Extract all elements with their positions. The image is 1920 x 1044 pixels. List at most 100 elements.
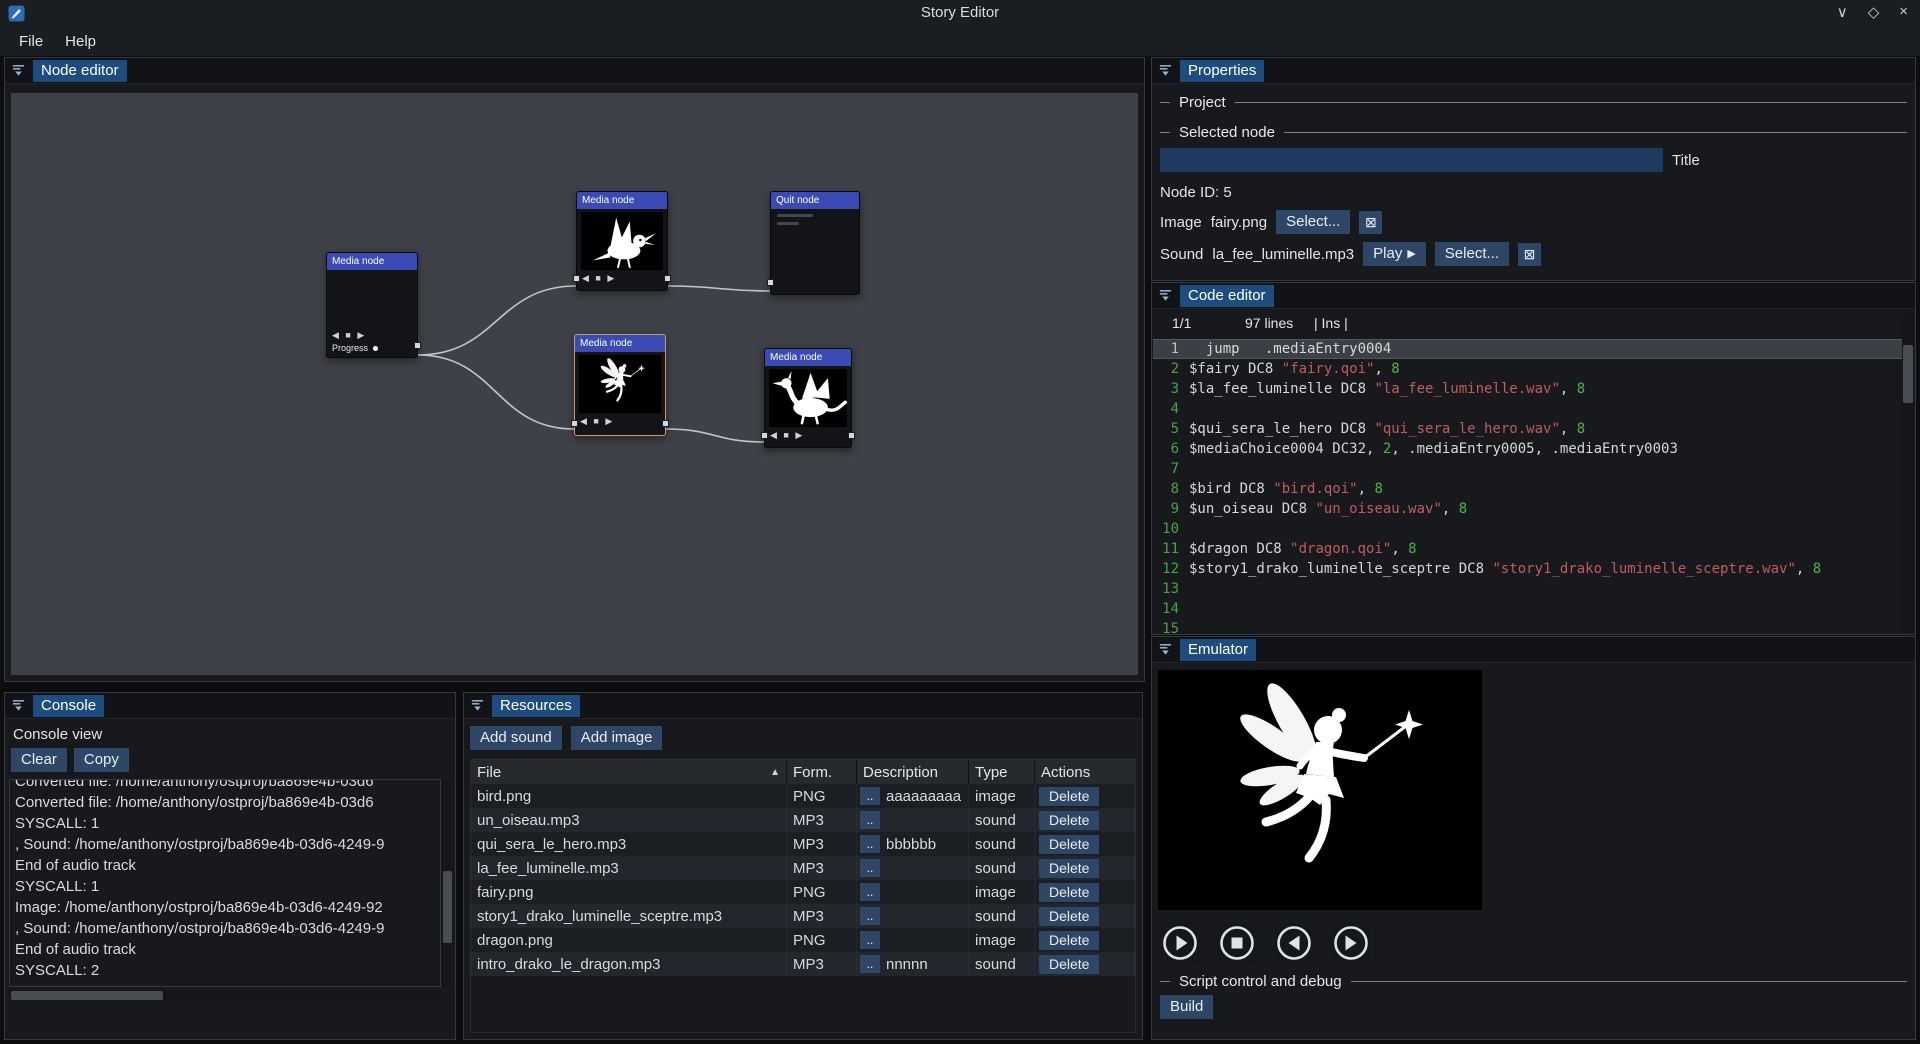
node-output-pin[interactable] bbox=[664, 275, 671, 282]
code-line[interactable]: 2$fairy DC8 "fairy.qoi", 8 bbox=[1153, 359, 1902, 379]
node-input-pin[interactable] bbox=[767, 279, 774, 286]
code-line[interactable]: 1 jump .mediaEntry0004 bbox=[1153, 339, 1902, 359]
code-line[interactable]: 5$qui_sera_le_hero DC8 "qui_sera_le_hero… bbox=[1153, 419, 1902, 439]
column-header-file[interactable]: File ▲ bbox=[471, 760, 787, 784]
title-input[interactable] bbox=[1160, 148, 1663, 172]
node-title[interactable]: Media node bbox=[327, 253, 417, 270]
image-clear-button[interactable]: ⊠ bbox=[1359, 211, 1382, 234]
window-maximize-button[interactable]: ◇ bbox=[1868, 3, 1880, 21]
node-editor-tab[interactable]: Node editor bbox=[33, 60, 127, 82]
sound-select-button[interactable]: Select... bbox=[1435, 242, 1509, 266]
panel-collapse-icon[interactable] bbox=[470, 698, 485, 713]
sound-clear-button[interactable]: ⊠ bbox=[1518, 243, 1541, 266]
console-vscrollbar-thumb[interactable] bbox=[443, 871, 452, 943]
node-title[interactable]: Quit node bbox=[771, 192, 859, 209]
code-line[interactable]: 7 bbox=[1153, 459, 1902, 479]
prev-button[interactable] bbox=[1274, 923, 1314, 963]
node-output-pin[interactable] bbox=[662, 420, 669, 427]
code-line[interactable]: 4 bbox=[1153, 399, 1902, 419]
code-line[interactable]: 15 bbox=[1153, 619, 1902, 633]
code-line[interactable]: 13 bbox=[1153, 579, 1902, 599]
code-line[interactable]: 8$bird DC8 "bird.qoi", 8 bbox=[1153, 479, 1902, 499]
code-line[interactable]: 9$un_oiseau DC8 "un_oiseau.wav", 8 bbox=[1153, 499, 1902, 519]
play-button[interactable] bbox=[1160, 923, 1200, 963]
stop-button[interactable] bbox=[1217, 923, 1257, 963]
code-editor-tab[interactable]: Code editor bbox=[1180, 285, 1274, 307]
delete-button[interactable]: Delete bbox=[1039, 907, 1099, 926]
resources-tab[interactable]: Resources bbox=[492, 695, 580, 717]
console-copy-button[interactable]: Copy bbox=[74, 748, 129, 772]
delete-button[interactable]: Delete bbox=[1039, 931, 1099, 950]
node-edge[interactable] bbox=[418, 286, 576, 355]
node-transport-controls[interactable]: ◀ ■ ▶ bbox=[575, 413, 665, 427]
node-title[interactable]: Media node bbox=[575, 335, 665, 352]
graph-node-quit[interactable]: Quit node bbox=[770, 191, 860, 295]
add-image-button[interactable]: Add image bbox=[571, 726, 663, 750]
graph-node-bird[interactable]: Media node ◀ ■ ▶ bbox=[576, 191, 668, 291]
edit-description-button[interactable]: .. bbox=[860, 787, 880, 805]
delete-button[interactable]: Delete bbox=[1039, 811, 1099, 830]
console-vscrollbar[interactable] bbox=[442, 779, 453, 987]
add-sound-button[interactable]: Add sound bbox=[470, 726, 562, 750]
node-output-pin[interactable] bbox=[848, 432, 855, 439]
panel-collapse-icon[interactable] bbox=[1158, 642, 1173, 657]
window-shade-button[interactable]: ∨ bbox=[1837, 3, 1848, 21]
build-button[interactable]: Build bbox=[1160, 995, 1213, 1019]
console-hscrollbar[interactable] bbox=[9, 990, 441, 1001]
edit-description-button[interactable]: .. bbox=[860, 859, 880, 877]
next-button[interactable] bbox=[1331, 923, 1371, 963]
node-output-pin[interactable] bbox=[414, 342, 421, 349]
delete-button[interactable]: Delete bbox=[1039, 835, 1099, 854]
column-header-actions[interactable]: Actions bbox=[1035, 760, 1135, 784]
node-transport-controls[interactable]: ◀ ■ ▶ bbox=[577, 270, 667, 284]
console-tab[interactable]: Console bbox=[33, 695, 104, 717]
column-header-type[interactable]: Type bbox=[969, 760, 1035, 784]
column-header-form[interactable]: Form. bbox=[787, 760, 857, 784]
edit-description-button[interactable]: .. bbox=[860, 955, 880, 973]
node-edge[interactable] bbox=[668, 286, 770, 291]
console-clear-button[interactable]: Clear bbox=[11, 748, 67, 772]
code-lines[interactable]: 1 jump .mediaEntry00042$fairy DC8 "fairy… bbox=[1153, 339, 1902, 633]
node-input-pin[interactable] bbox=[761, 432, 768, 439]
graph-node-fairy[interactable]: Media node ◀ ■ ▶ bbox=[574, 334, 666, 436]
delete-button[interactable]: Delete bbox=[1039, 955, 1099, 974]
column-header-description[interactable]: Description bbox=[857, 760, 969, 784]
code-scrollbar-thumb[interactable] bbox=[1903, 345, 1913, 403]
code-line[interactable]: 11$dragon DC8 "dragon.qoi", 8 bbox=[1153, 539, 1902, 559]
code-line[interactable]: 12$story1_drako_luminelle_sceptre DC8 "s… bbox=[1153, 559, 1902, 579]
code-line[interactable]: 6$mediaChoice0004 DC32, 2, .mediaEntry00… bbox=[1153, 439, 1902, 459]
menu-file[interactable]: File bbox=[8, 29, 54, 54]
panel-collapse-icon[interactable] bbox=[11, 698, 26, 713]
code-line[interactable]: 10 bbox=[1153, 519, 1902, 539]
graph-node-start[interactable]: Media node◀ ■ ▶Progress bbox=[326, 252, 418, 358]
panel-collapse-icon[interactable] bbox=[1158, 63, 1173, 78]
node-transport-controls[interactable]: ◀ ■ ▶ bbox=[327, 327, 417, 341]
sound-play-button[interactable]: Play▶ bbox=[1363, 242, 1426, 266]
edit-description-button[interactable]: .. bbox=[860, 811, 880, 829]
window-close-button[interactable]: × bbox=[1899, 3, 1908, 21]
node-canvas[interactable]: Media node◀ ■ ▶ProgressMedia node ◀ ■ ▶Q… bbox=[11, 93, 1138, 675]
image-select-button[interactable]: Select... bbox=[1276, 210, 1350, 234]
panel-collapse-icon[interactable] bbox=[11, 63, 26, 78]
node-edge[interactable] bbox=[666, 429, 764, 442]
edit-description-button[interactable]: .. bbox=[860, 931, 880, 949]
node-title[interactable]: Media node bbox=[577, 192, 667, 209]
menu-help[interactable]: Help bbox=[54, 29, 107, 54]
delete-button[interactable]: Delete bbox=[1039, 787, 1099, 806]
console-hscrollbar-thumb[interactable] bbox=[11, 991, 163, 1000]
properties-tab[interactable]: Properties bbox=[1180, 60, 1264, 82]
delete-button[interactable]: Delete bbox=[1039, 883, 1099, 902]
edit-description-button[interactable]: .. bbox=[860, 835, 880, 853]
edit-description-button[interactable]: .. bbox=[860, 907, 880, 925]
node-title[interactable]: Media node bbox=[765, 349, 851, 366]
code-line[interactable]: 14 bbox=[1153, 599, 1902, 619]
delete-button[interactable]: Delete bbox=[1039, 859, 1099, 878]
edit-description-button[interactable]: .. bbox=[860, 883, 880, 901]
panel-collapse-icon[interactable] bbox=[1158, 288, 1173, 303]
code-line[interactable]: 3$la_fee_luminelle DC8 "la_fee_luminelle… bbox=[1153, 379, 1902, 399]
node-edge[interactable] bbox=[418, 355, 574, 429]
emulator-tab[interactable]: Emulator bbox=[1180, 639, 1256, 661]
node-input-pin[interactable] bbox=[573, 275, 580, 282]
node-transport-controls[interactable]: ◀ ■ ▶ bbox=[765, 427, 851, 441]
graph-node-dragon[interactable]: Media node ◀ ■ ▶ bbox=[764, 348, 852, 448]
